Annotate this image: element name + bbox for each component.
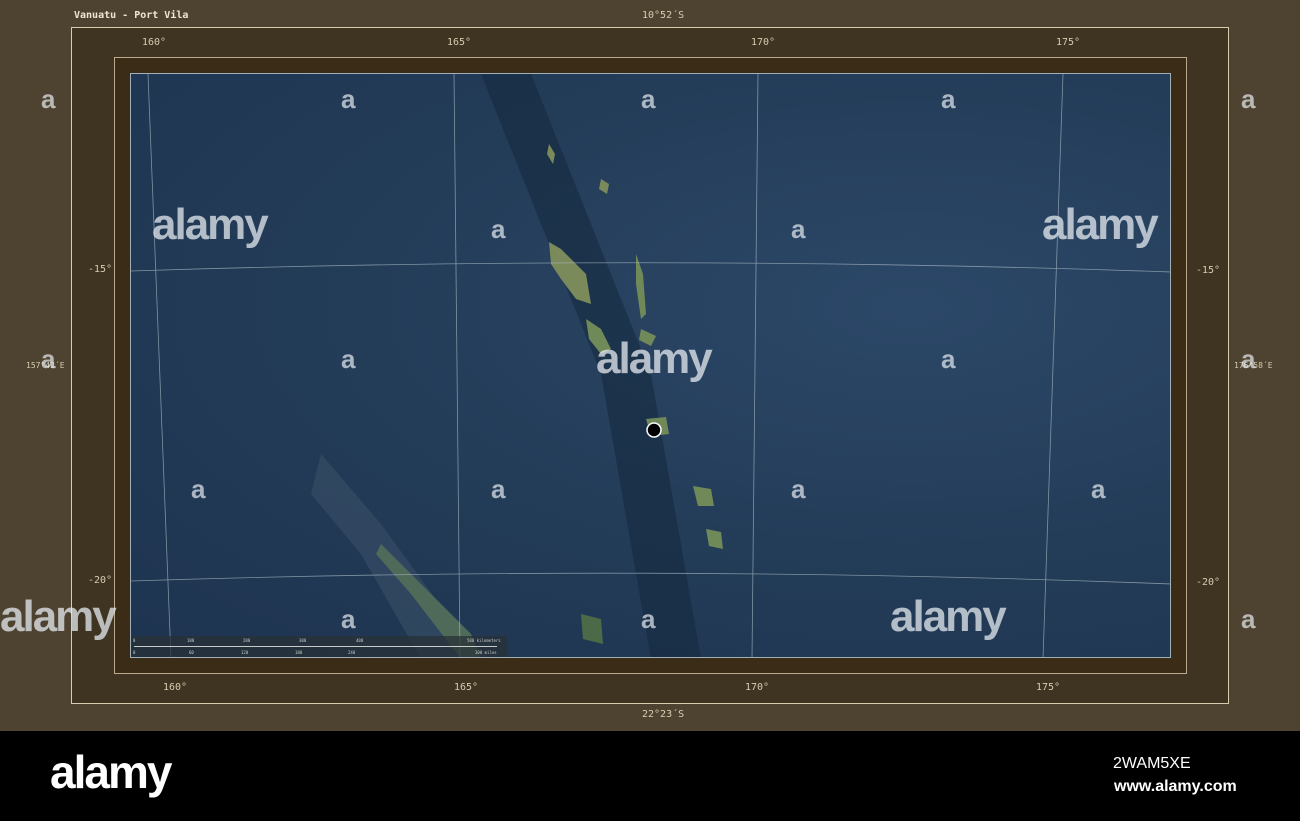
lon-label-top: 170° bbox=[751, 37, 776, 48]
watermark-tile: a bbox=[791, 214, 806, 244]
pentecost-island bbox=[636, 254, 646, 319]
watermark-tile: a bbox=[1241, 84, 1256, 114]
footer-bar: alamy 2WAM5XE www.alamy.com bbox=[0, 731, 1300, 821]
lon-label-bottom: 170° bbox=[745, 682, 770, 693]
lon-label-top: 165° bbox=[447, 37, 472, 48]
scale-bar: 0 100 200 300 400 500 kilometers 0 60 12… bbox=[131, 636, 507, 657]
erromango-island bbox=[693, 486, 714, 506]
lon-label-bottom: 160° bbox=[163, 682, 188, 693]
scale-km-label: 100 bbox=[187, 638, 195, 643]
lon-label-top: 160° bbox=[142, 37, 167, 48]
watermark-tile: a bbox=[41, 344, 56, 374]
alamy-logo: alamy bbox=[50, 746, 172, 798]
watermark: alamy bbox=[596, 334, 713, 383]
watermark-tile: a bbox=[491, 474, 506, 504]
watermark-tile: a bbox=[641, 604, 656, 634]
scale-mi-label: 0 bbox=[133, 650, 136, 655]
lat-label-right: -20° bbox=[1196, 577, 1221, 588]
scale-mi-label: 60 bbox=[189, 650, 194, 655]
lon-label-bottom: 165° bbox=[454, 682, 479, 693]
watermark: alamy bbox=[0, 592, 117, 641]
scale-mi-label: 300 miles bbox=[475, 650, 497, 655]
watermark-tile: a bbox=[341, 604, 356, 634]
scale-km-label: 400 bbox=[356, 638, 364, 643]
image-id: 2WAM5XE bbox=[1113, 755, 1191, 772]
banks-island bbox=[599, 179, 609, 194]
loyalty-island bbox=[581, 614, 603, 644]
watermark: alamy bbox=[152, 200, 269, 249]
watermark: alamy bbox=[890, 592, 1007, 641]
scale-km-label: 300 bbox=[299, 638, 307, 643]
watermark-tile: a bbox=[1241, 604, 1256, 634]
port-vila-marker[interactable] bbox=[646, 422, 662, 438]
watermark-tile: a bbox=[341, 84, 356, 114]
scale-km-label: 0 bbox=[133, 638, 136, 643]
watermark-tile: a bbox=[941, 344, 956, 374]
watermark-tile: a bbox=[341, 344, 356, 374]
watermark: alamy bbox=[1042, 200, 1159, 249]
scale-km-label: 200 bbox=[243, 638, 251, 643]
watermark-tile: a bbox=[791, 474, 806, 504]
lat-label-right: -15° bbox=[1196, 265, 1221, 276]
watermark-tile: a bbox=[941, 84, 956, 114]
watermark-tile: a bbox=[1241, 344, 1256, 374]
lat-label-left: -15° bbox=[88, 264, 113, 275]
lon-label-top: 175° bbox=[1056, 37, 1081, 48]
scale-mi-label: 120 bbox=[241, 650, 249, 655]
watermark-tile: a bbox=[191, 474, 206, 504]
watermark-tile: a bbox=[1091, 474, 1106, 504]
south-extent: 22°23´S bbox=[642, 709, 685, 720]
lon-label-bottom: 175° bbox=[1036, 682, 1061, 693]
lat-label-left: -20° bbox=[88, 575, 113, 586]
watermark-tile: a bbox=[641, 84, 656, 114]
tanna-island bbox=[706, 529, 723, 549]
map-title: Vanuatu - Port Vila bbox=[74, 10, 189, 21]
scale-km-label: 500 kilometers bbox=[467, 638, 501, 643]
north-extent: 10°52´S bbox=[642, 10, 685, 21]
scale-mi-label: 240 bbox=[348, 650, 356, 655]
watermark-tile: a bbox=[491, 214, 506, 244]
scale-mi-label: 180 bbox=[295, 650, 303, 655]
site-url[interactable]: www.alamy.com bbox=[1114, 778, 1237, 796]
watermark-tile: a bbox=[41, 84, 56, 114]
